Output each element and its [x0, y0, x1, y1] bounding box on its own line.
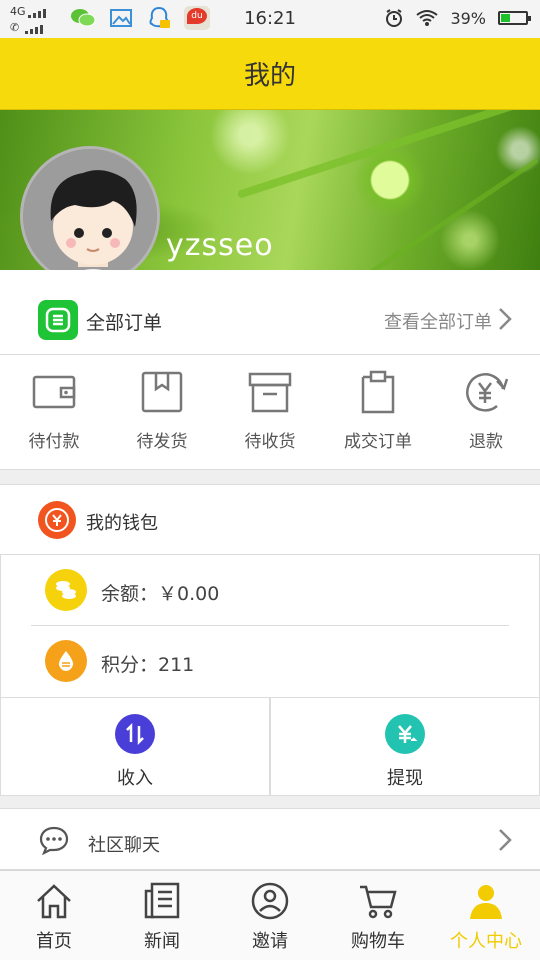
wallet-icon	[32, 375, 76, 409]
community-label: 社区聊天	[88, 835, 160, 856]
balance-row[interactable]: 余额：￥0.00	[1, 555, 539, 626]
points-label: 积分：211	[101, 654, 195, 676]
tab-invite[interactable]: 邀请	[216, 871, 324, 960]
news-icon	[144, 882, 180, 919]
order-completed[interactable]: 成交订单	[324, 355, 432, 470]
battery-percent: 39%	[450, 8, 486, 28]
balance-label: 余额：￥0.00	[101, 583, 220, 605]
chat-bubble-icon	[39, 826, 69, 855]
page-title: 我的	[243, 61, 296, 91]
chevron-right-icon	[499, 308, 512, 330]
order-pending-receipt[interactable]: 待收货	[216, 355, 324, 470]
orders-card: 全部订单 查看全部订单 待付款 待发货 待收货 成交订单 退款	[0, 270, 540, 470]
orders-title: 全部订单	[86, 312, 163, 334]
coins-icon	[45, 569, 87, 611]
points-row[interactable]: 积分：211	[1, 626, 539, 697]
archive-box-icon	[248, 372, 292, 413]
view-all-orders-link[interactable]: 查看全部订单	[384, 308, 492, 334]
tab-cart[interactable]: 购物车	[324, 871, 432, 960]
wallet-header[interactable]: 我的钱包	[0, 485, 540, 555]
all-orders-row[interactable]: 全部订单 查看全部订单	[0, 270, 540, 355]
tab-label: 邀请	[252, 931, 288, 952]
username: yzsseo	[166, 228, 274, 263]
order-item-label: 待付款	[28, 432, 80, 452]
chevron-right-icon	[499, 829, 512, 851]
tab-news[interactable]: 新闻	[108, 871, 216, 960]
wallet-card: 我的钱包 余额：￥0.00 积分：211 收入 提现	[0, 484, 540, 796]
tab-home[interactable]: 首页	[0, 871, 108, 960]
wallet-title: 我的钱包	[86, 513, 158, 534]
tab-label: 首页	[36, 931, 72, 952]
yen-refund-icon	[466, 373, 509, 412]
order-item-label: 待发货	[136, 432, 188, 452]
income-button[interactable]: 收入	[0, 698, 270, 796]
cart-icon	[360, 885, 397, 919]
status-bar: 4G ✆ du 16:21 39%	[0, 0, 540, 38]
order-item-label: 成交订单	[344, 432, 412, 452]
invite-icon	[251, 882, 289, 920]
bottom-tab-bar: 首页 新闻 邀请 购物车 个人中心	[0, 870, 540, 960]
points-drop-icon	[45, 640, 87, 682]
transfer-arrows-icon	[115, 714, 155, 754]
tab-label: 新闻	[144, 931, 180, 952]
home-icon	[37, 884, 71, 919]
order-item-label: 待收货	[244, 432, 296, 452]
battery-icon	[498, 11, 531, 25]
withdraw-label: 提现	[387, 768, 423, 789]
community-chat-row[interactable]: 社区聊天	[0, 808, 540, 870]
order-item-label: 退款	[469, 432, 503, 452]
page-header: 我的	[0, 38, 540, 110]
box-icon	[141, 371, 183, 413]
orders-list-icon	[38, 300, 78, 340]
income-label: 收入	[117, 768, 153, 789]
person-icon	[470, 885, 502, 919]
order-refund[interactable]: 退款	[432, 355, 540, 470]
avatar[interactable]	[20, 146, 160, 286]
clipboard-icon	[361, 370, 395, 414]
order-pending-shipment[interactable]: 待发货	[108, 355, 216, 470]
yen-withdraw-icon	[385, 714, 425, 754]
alarm-icon	[386, 9, 403, 27]
wifi-icon	[416, 10, 439, 26]
battery-fill	[501, 14, 511, 22]
tab-profile[interactable]: 个人中心	[432, 871, 540, 960]
withdraw-button[interactable]: 提现	[270, 698, 540, 796]
tab-label: 个人中心	[450, 931, 522, 952]
tab-label: 购物车	[351, 931, 405, 952]
yen-wallet-icon	[38, 501, 76, 539]
order-pending-payment[interactable]: 待付款	[0, 355, 108, 470]
